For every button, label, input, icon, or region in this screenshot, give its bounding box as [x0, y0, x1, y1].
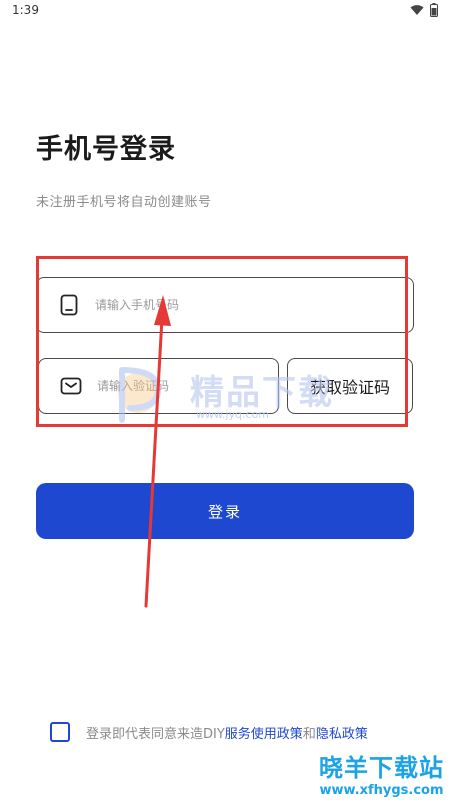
get-code-button[interactable]: 获取验证码	[287, 358, 413, 414]
wifi-icon	[410, 5, 424, 15]
status-icons	[410, 3, 438, 17]
login-button[interactable]: 登录	[36, 483, 414, 539]
watermark-corner-url: www.xfhygs.com	[319, 783, 444, 798]
phone-icon	[60, 294, 78, 316]
watermark-corner: 晓羊下载站 www.xfhygs.com	[319, 748, 444, 798]
terms-checkbox[interactable]	[50, 722, 70, 742]
page-subtitle: 未注册手机号将自动创建账号	[36, 195, 212, 210]
phone-input[interactable]	[95, 298, 335, 312]
terms-and: 和	[302, 726, 316, 742]
phone-field[interactable]	[36, 277, 414, 333]
watermark-corner-title: 晓羊下载站	[319, 754, 444, 782]
status-time: 1:39	[12, 3, 39, 17]
service-policy-link[interactable]: 服务使用政策	[225, 723, 303, 742]
battery-icon	[430, 3, 438, 17]
status-bar: 1:39	[0, 0, 450, 22]
page-title: 手机号登录	[36, 134, 176, 165]
terms-prefix: 登录即代表同意来造DIY	[86, 726, 225, 742]
mail-icon	[60, 377, 82, 395]
terms-row: 登录即代表同意来造DIY 服务使用政策 和 隐私政策	[50, 720, 430, 744]
code-input[interactable]	[97, 379, 247, 393]
code-field[interactable]	[38, 358, 279, 414]
privacy-policy-link[interactable]: 隐私政策	[316, 723, 368, 742]
